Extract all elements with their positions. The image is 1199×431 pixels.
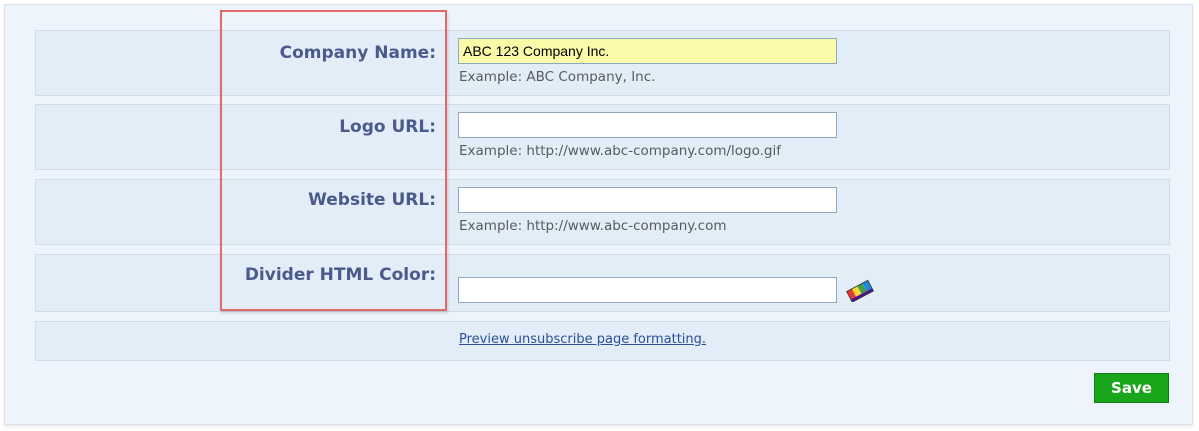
website-url-hint: Example: http://www.abc-company.com <box>459 218 727 234</box>
company-name-hint: Example: ABC Company, Inc. <box>459 69 656 85</box>
divider-color-label: Divider HTML Color: <box>244 265 436 285</box>
preview-row: Preview unsubscribe page formatting. <box>35 321 1170 361</box>
save-button[interactable]: Save <box>1094 373 1169 403</box>
company-name-label: Company Name: <box>279 43 436 63</box>
divider-color-row: Divider HTML Color: <box>35 254 1170 312</box>
logo-url-input[interactable] <box>458 112 837 138</box>
preview-unsubscribe-link[interactable]: Preview unsubscribe page formatting. <box>459 332 706 347</box>
logo-url-row: Logo URL: Example: http://www.abc-compan… <box>35 104 1170 170</box>
logo-url-label: Logo URL: <box>339 117 436 137</box>
company-name-input[interactable] <box>458 38 837 64</box>
company-name-row: Company Name: Example: ABC Company, Inc. <box>35 30 1170 96</box>
logo-url-hint: Example: http://www.abc-company.com/logo… <box>459 143 782 159</box>
website-url-label: Website URL: <box>308 190 436 210</box>
color-palette-icon[interactable] <box>843 276 877 303</box>
divider-color-input[interactable] <box>458 277 837 303</box>
website-url-row: Website URL: Example: http://www.abc-com… <box>35 179 1170 245</box>
website-url-input[interactable] <box>458 187 837 213</box>
